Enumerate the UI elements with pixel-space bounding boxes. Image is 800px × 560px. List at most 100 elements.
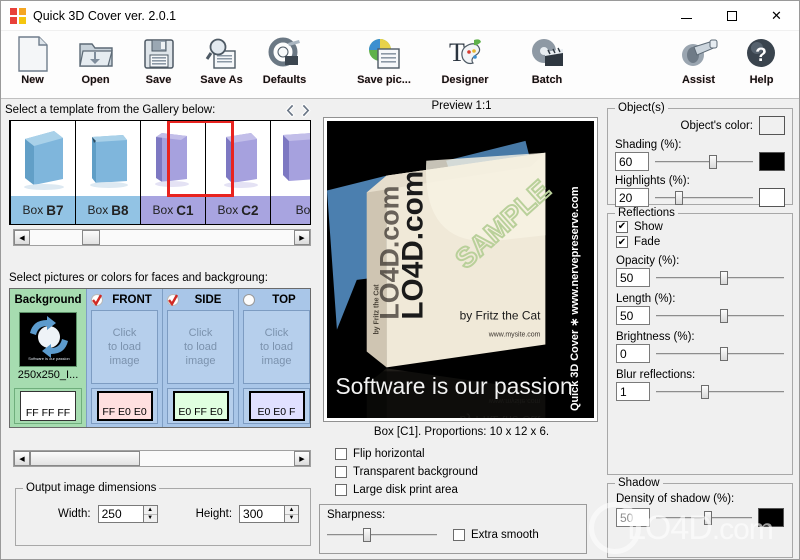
face-front[interactable]: FRONT Click to load image FF E0 E0 <box>86 289 162 427</box>
scroll-left-icon[interactable]: ◀ <box>14 451 30 466</box>
opacity-slider[interactable] <box>656 270 784 285</box>
reflections-show-checkbox[interactable]: ✔ <box>616 220 628 233</box>
gallery-scroll-thumb[interactable] <box>82 230 100 245</box>
side-color-slot[interactable]: E0 FF E0 <box>167 388 234 424</box>
new-button[interactable]: New <box>1 31 64 97</box>
height-input[interactable]: 300 <box>239 505 285 523</box>
assist-button[interactable]: Assist <box>667 31 730 97</box>
height-stepper[interactable]: 300 ▲ ▼ <box>239 505 300 523</box>
faces-scroll-track[interactable] <box>30 451 294 466</box>
background-image-slot[interactable]: Software is our passion 250x250_I... <box>14 310 82 384</box>
width-spin-arrows[interactable]: ▲ ▼ <box>142 505 158 523</box>
top-color-slot[interactable]: E0 E0 F <box>243 388 310 424</box>
opacity-input[interactable]: 50 <box>616 268 650 287</box>
blur-input[interactable]: 1 <box>616 382 650 401</box>
maximize-button[interactable] <box>709 1 754 30</box>
chevron-right-icon[interactable] <box>298 102 315 119</box>
face-top[interactable]: TOP Click to load image E0 E0 F <box>238 289 310 427</box>
background-color-swatch[interactable]: FF FF FF <box>20 391 76 421</box>
front-check-icon[interactable] <box>91 294 103 307</box>
shadow-density-input-wrap[interactable]: 50 <box>616 508 650 527</box>
height-spin-arrows[interactable]: ▲ ▼ <box>284 505 300 523</box>
highlights-input[interactable]: 20 <box>615 188 649 207</box>
side-image-slot[interactable]: Click to load image <box>167 310 234 384</box>
face-side[interactable]: SIDE Click to load image E0 FF E0 <box>162 289 238 427</box>
blur-knob[interactable] <box>700 384 709 399</box>
shading-color-swatch[interactable] <box>759 152 785 171</box>
extra-smooth-row[interactable]: Extra smooth <box>453 526 539 544</box>
face-background[interactable]: Background Software is our passion 250x2… <box>10 289 86 427</box>
blur-slider[interactable] <box>656 384 784 399</box>
save-as-button[interactable]: Save As <box>190 31 253 97</box>
background-color-slot[interactable]: FF FF FF <box>14 388 82 424</box>
gallery-scroll-track[interactable] <box>30 230 294 245</box>
shading-knob[interactable] <box>708 154 717 169</box>
top-check-icon[interactable] <box>243 294 255 306</box>
brightness-input-wrap[interactable]: 0 <box>616 344 650 363</box>
shading-slider[interactable] <box>655 154 753 169</box>
gallery-item[interactable]: Box C2 <box>206 121 271 224</box>
brightness-input[interactable]: 0 <box>616 344 650 363</box>
reflections-fade-row[interactable]: ✔ Fade <box>608 232 792 250</box>
transparent-background-row[interactable]: Transparent background <box>335 463 585 481</box>
preview-panel[interactable]: LO4D.com LO4D.com SAMPLE by Fritz the Ca… <box>323 117 598 422</box>
shadow-density-slider[interactable] <box>656 510 752 525</box>
faces-scrollbar[interactable]: ◀ ▶ <box>13 450 311 467</box>
brightness-slider[interactable] <box>656 346 784 361</box>
width-stepper[interactable]: 250 ▲ ▼ <box>97 505 158 523</box>
large-disk-print-area-checkbox[interactable] <box>335 484 347 496</box>
save-button[interactable]: Save <box>127 31 190 97</box>
flip-horizontal-checkbox[interactable] <box>335 448 347 460</box>
gallery-item[interactable]: Bo <box>271 121 310 224</box>
sharpness-knob[interactable] <box>363 528 372 542</box>
length-input-wrap[interactable]: 50 <box>616 306 650 325</box>
length-input[interactable]: 50 <box>616 306 650 325</box>
designer-button[interactable]: T Designer <box>422 31 508 97</box>
front-color-slot[interactable]: FF E0 E0 <box>91 388 158 424</box>
shadow-color-swatch[interactable] <box>758 508 784 527</box>
highlights-slider[interactable] <box>655 190 753 205</box>
help-button[interactable]: ? Help <box>730 31 793 97</box>
minimize-button[interactable] <box>664 1 709 30</box>
front-color-swatch[interactable]: FF E0 E0 <box>96 391 153 421</box>
template-gallery[interactable]: 5 BoxB7 <box>9 120 311 225</box>
blur-input-wrap[interactable]: 1 <box>616 382 650 401</box>
brightness-knob[interactable] <box>720 346 728 361</box>
highlights-color-swatch[interactable] <box>759 188 785 207</box>
scroll-left-icon[interactable]: ◀ <box>14 230 30 245</box>
side-check-icon[interactable] <box>167 294 179 307</box>
open-button[interactable]: Open <box>64 31 127 97</box>
large-disk-print-area-row[interactable]: Large disk print area <box>335 481 585 499</box>
scroll-right-icon[interactable]: ▶ <box>294 230 310 245</box>
batch-button[interactable]: Batch <box>508 31 586 97</box>
gallery-item[interactable]: Box B7 <box>11 121 76 224</box>
side-color-swatch[interactable]: E0 FF E0 <box>172 391 229 421</box>
opacity-knob[interactable] <box>720 270 728 285</box>
top-image-slot[interactable]: Click to load image <box>243 310 310 384</box>
reflections-fade-checkbox[interactable]: ✔ <box>616 236 628 248</box>
shading-input[interactable]: 60 <box>615 152 649 171</box>
flip-horizontal-row[interactable]: Flip horizontal <box>335 445 585 463</box>
shading-input-wrap[interactable]: 60 <box>615 152 649 171</box>
highlights-input-wrap[interactable]: 20 <box>615 188 649 207</box>
faces-scroll-thumb[interactable] <box>30 451 140 466</box>
sharpness-slider[interactable] <box>327 528 437 542</box>
opacity-input-wrap[interactable]: 50 <box>616 268 650 287</box>
highlights-knob[interactable] <box>674 190 683 205</box>
length-knob[interactable] <box>720 308 728 323</box>
gallery-item[interactable]: Box B8 <box>76 121 141 224</box>
transparent-background-checkbox[interactable] <box>335 466 347 478</box>
shadow-density-knob[interactable] <box>704 510 712 525</box>
chevron-left-icon[interactable] <box>281 102 298 119</box>
gallery-item-selected[interactable]: Box C1 <box>141 121 206 224</box>
gallery-scrollbar[interactable]: ◀ ▶ <box>13 229 311 246</box>
extra-smooth-checkbox[interactable] <box>453 529 465 541</box>
length-slider[interactable] <box>656 308 784 323</box>
top-color-swatch[interactable]: E0 E0 F <box>248 391 305 421</box>
save-picture-button[interactable]: Save pic... <box>346 31 422 97</box>
object-color-swatch[interactable] <box>759 116 785 135</box>
width-input[interactable]: 250 <box>97 505 143 523</box>
close-button[interactable]: ✕ <box>754 1 799 30</box>
scroll-right-icon[interactable]: ▶ <box>294 451 310 466</box>
shadow-density-input[interactable]: 50 <box>616 508 650 527</box>
